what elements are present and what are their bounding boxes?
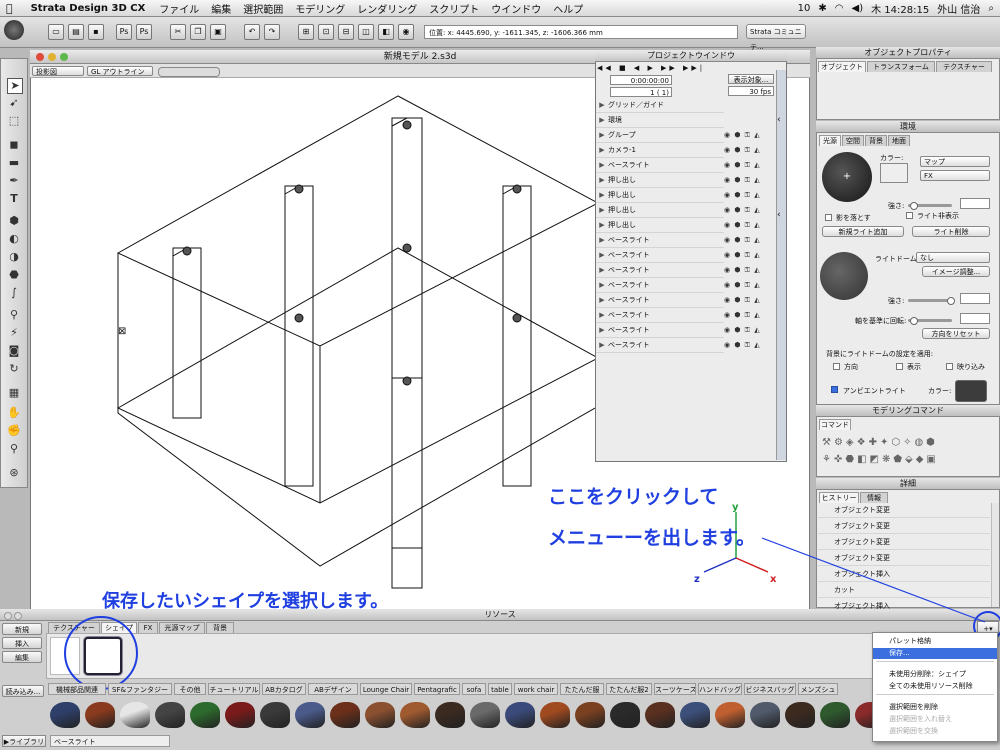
context-menu-item[interactable]: パレット格納 [873, 636, 997, 647]
context-menu-separator [876, 661, 994, 662]
context-menu-item[interactable]: 未使用分削除：シェイプ [873, 669, 997, 680]
annotation-pointer-line [761, 537, 986, 623]
context-menu-item[interactable]: 全ての未使用リソース削除 [873, 681, 997, 692]
annotation-select-shape: 保存したいシェイプを選択します。 [102, 591, 389, 612]
annotation-click-here-line2: メニューーを出します。 [548, 527, 756, 549]
context-menu-item: 選択範囲を入れ替え [889, 715, 952, 723]
context-menu-item: 選択範囲を交換 [889, 727, 938, 735]
context-menu-separator [876, 694, 994, 695]
context-menu-item[interactable]: 保存... [873, 648, 997, 659]
context-menu-item[interactable]: 選択範囲を削除 [873, 702, 997, 713]
annotation-click-here-line1: ここをクリックして [548, 486, 719, 508]
